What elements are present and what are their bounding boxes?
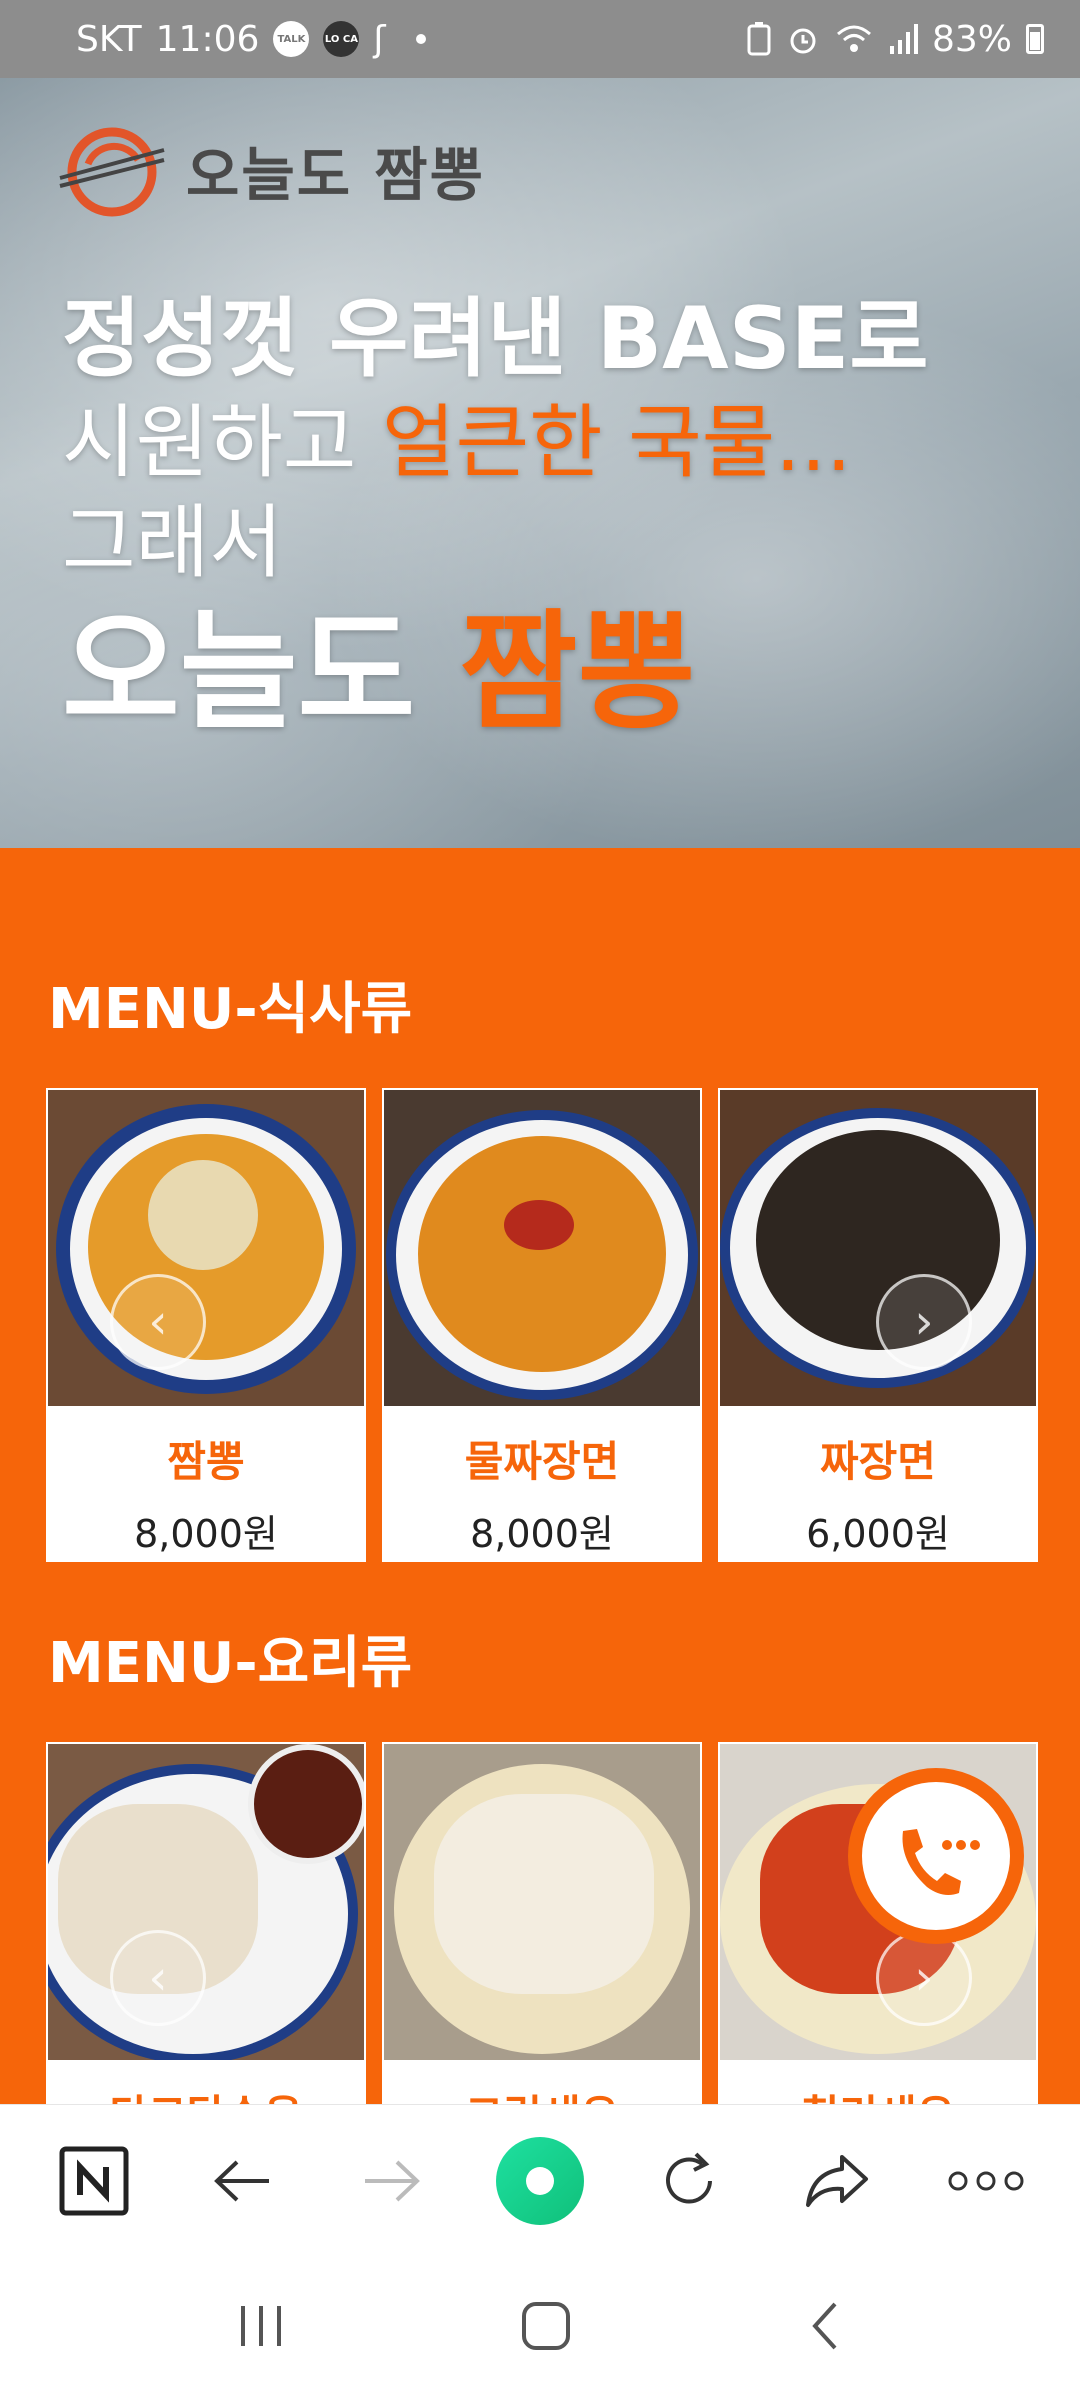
sauce-bowl-shape bbox=[248, 1744, 364, 1864]
reload-icon bbox=[665, 2152, 712, 2203]
chili-shape bbox=[504, 1200, 574, 1250]
menu-photo-cream-shrimp bbox=[384, 1744, 700, 2060]
carousel-prev-button[interactable]: ‹ bbox=[110, 1274, 206, 1370]
carousel-next-button[interactable]: › bbox=[876, 1930, 972, 2026]
menu-card[interactable]: 물짜장면 8,000원 bbox=[382, 1088, 702, 1562]
hero-headline-4-accent: 짬뽕 bbox=[459, 598, 696, 747]
menu-card[interactable]: ‹ 짬뽕 8,000원 bbox=[46, 1088, 366, 1562]
menu-photo-jjamppong: ‹ bbox=[48, 1090, 364, 1406]
naver-n-icon bbox=[59, 2146, 129, 2215]
back-chevron-icon bbox=[811, 2302, 837, 2350]
share-button[interactable] bbox=[787, 2131, 887, 2231]
naver-green-dot-button[interactable] bbox=[490, 2131, 590, 2231]
logo-bowl-chopsticks-icon bbox=[59, 127, 165, 217]
status-bar: SKT 11:06 TALK LO CA ʃ 83% bbox=[0, 0, 1080, 78]
phone-chat-icon bbox=[902, 1829, 980, 1895]
carousel-prev-button[interactable]: ‹ bbox=[110, 1930, 206, 2026]
loca-notification-icon: LO CA bbox=[323, 21, 360, 57]
carrier-label: SKT bbox=[76, 18, 142, 60]
menu-item-name: 단코탕수육 bbox=[109, 2082, 302, 2104]
battery-percent: 83% bbox=[931, 18, 1012, 60]
menu-item-price: 8,000원 bbox=[470, 1512, 614, 1556]
menu-photo-jjajangmyeon: › bbox=[720, 1090, 1036, 1406]
share-icon bbox=[806, 2154, 869, 2207]
call-button-inner bbox=[862, 1782, 1010, 1930]
signal-icon bbox=[889, 24, 918, 54]
menu-meals-title: MENU-식사류 bbox=[48, 977, 413, 1042]
logo-text: 오늘도 짬뽕 bbox=[186, 141, 485, 209]
swirl-notification-icon: ʃ bbox=[373, 18, 386, 60]
home-icon bbox=[521, 2302, 570, 2350]
back-button[interactable] bbox=[193, 2131, 293, 2231]
naver-home-button[interactable] bbox=[44, 2131, 144, 2231]
menu-item-name: 짜장면 bbox=[820, 1437, 936, 1486]
menu-item-name: 칠리새우 bbox=[801, 2082, 956, 2104]
reload-button[interactable] bbox=[639, 2131, 739, 2231]
call-button[interactable] bbox=[848, 1768, 1024, 1944]
hero-headline-2-accent: 얼큰한 국물... bbox=[381, 396, 852, 489]
browser-toolbar bbox=[0, 2104, 1080, 2256]
naver-green-dot-icon bbox=[495, 2136, 584, 2225]
menu-photo-tangsuyuk: ‹ bbox=[48, 1744, 364, 2060]
forward-button[interactable] bbox=[341, 2131, 441, 2231]
menu-meals-carousel[interactable]: ‹ 짬뽕 8,000원 물짜장면 8,000원 › 짜장면 6,000원 bbox=[46, 1088, 1040, 1562]
menu-card[interactable]: ‹ 단코탕수육 bbox=[46, 1742, 366, 2104]
more-button[interactable] bbox=[936, 2131, 1036, 2231]
system-back-button[interactable] bbox=[807, 2300, 843, 2356]
clock: 11:06 bbox=[155, 18, 260, 60]
home-button[interactable] bbox=[520, 2300, 572, 2356]
recent-apps-button[interactable] bbox=[237, 2304, 285, 2352]
kakaotalk-notification-icon: TALK bbox=[273, 21, 310, 57]
hero-banner: 오늘도 짬뽕 정성껏 우려낸 BASE로 시원하고 얼큰한 국물... 그래서 … bbox=[0, 78, 1080, 848]
site-logo[interactable]: 오늘도 짬뽕 bbox=[58, 120, 485, 220]
hero-headline-2-plain: 시원하고 bbox=[62, 396, 382, 489]
seafood-shape bbox=[148, 1160, 258, 1270]
wifi-icon bbox=[836, 25, 871, 52]
more-dots-icon bbox=[948, 2171, 1024, 2190]
arrow-left-icon bbox=[213, 2160, 269, 2201]
arrow-right-icon bbox=[365, 2160, 421, 2201]
hero-headline-4: 오늘도 짬뽕 bbox=[62, 568, 695, 753]
menu-dishes-title: MENU-요리류 bbox=[48, 1631, 413, 1696]
hero-headline-1: 정성껏 우려낸 BASE로 bbox=[62, 289, 929, 389]
alarm-icon bbox=[790, 28, 816, 54]
battery-icon bbox=[1026, 24, 1044, 54]
sauce-shape bbox=[418, 1136, 666, 1372]
menu-item-price: 8,000원 bbox=[134, 1512, 278, 1556]
carousel-next-button[interactable]: › bbox=[876, 1274, 972, 1370]
system-navigation-bar bbox=[0, 2256, 1080, 2400]
menu-card[interactable]: › 짜장면 6,000원 bbox=[718, 1088, 1038, 1562]
battery-saver-icon bbox=[747, 22, 771, 56]
status-right: 83% bbox=[746, 19, 1044, 60]
status-left: SKT 11:06 TALK LO CA ʃ bbox=[76, 19, 426, 60]
menu-item-name: 짬뽕 bbox=[167, 1437, 245, 1486]
menu-card[interactable]: 크림새우 bbox=[382, 1742, 702, 2104]
hero-headline-2: 시원하고 얼큰한 국물... bbox=[62, 378, 852, 494]
more-notifications-dot-icon bbox=[415, 34, 426, 44]
menu-photo-mul-jjajang bbox=[384, 1090, 700, 1406]
menu-item-name: 물짜장면 bbox=[464, 1437, 620, 1486]
menu-item-price: 6,000원 bbox=[806, 1512, 950, 1556]
cream-shrimp-shape bbox=[434, 1794, 654, 1994]
recent-apps-icon bbox=[241, 2306, 282, 2346]
hero-headline-4-plain: 오늘도 bbox=[62, 598, 460, 747]
menu-item-name: 크림새우 bbox=[465, 2082, 620, 2104]
